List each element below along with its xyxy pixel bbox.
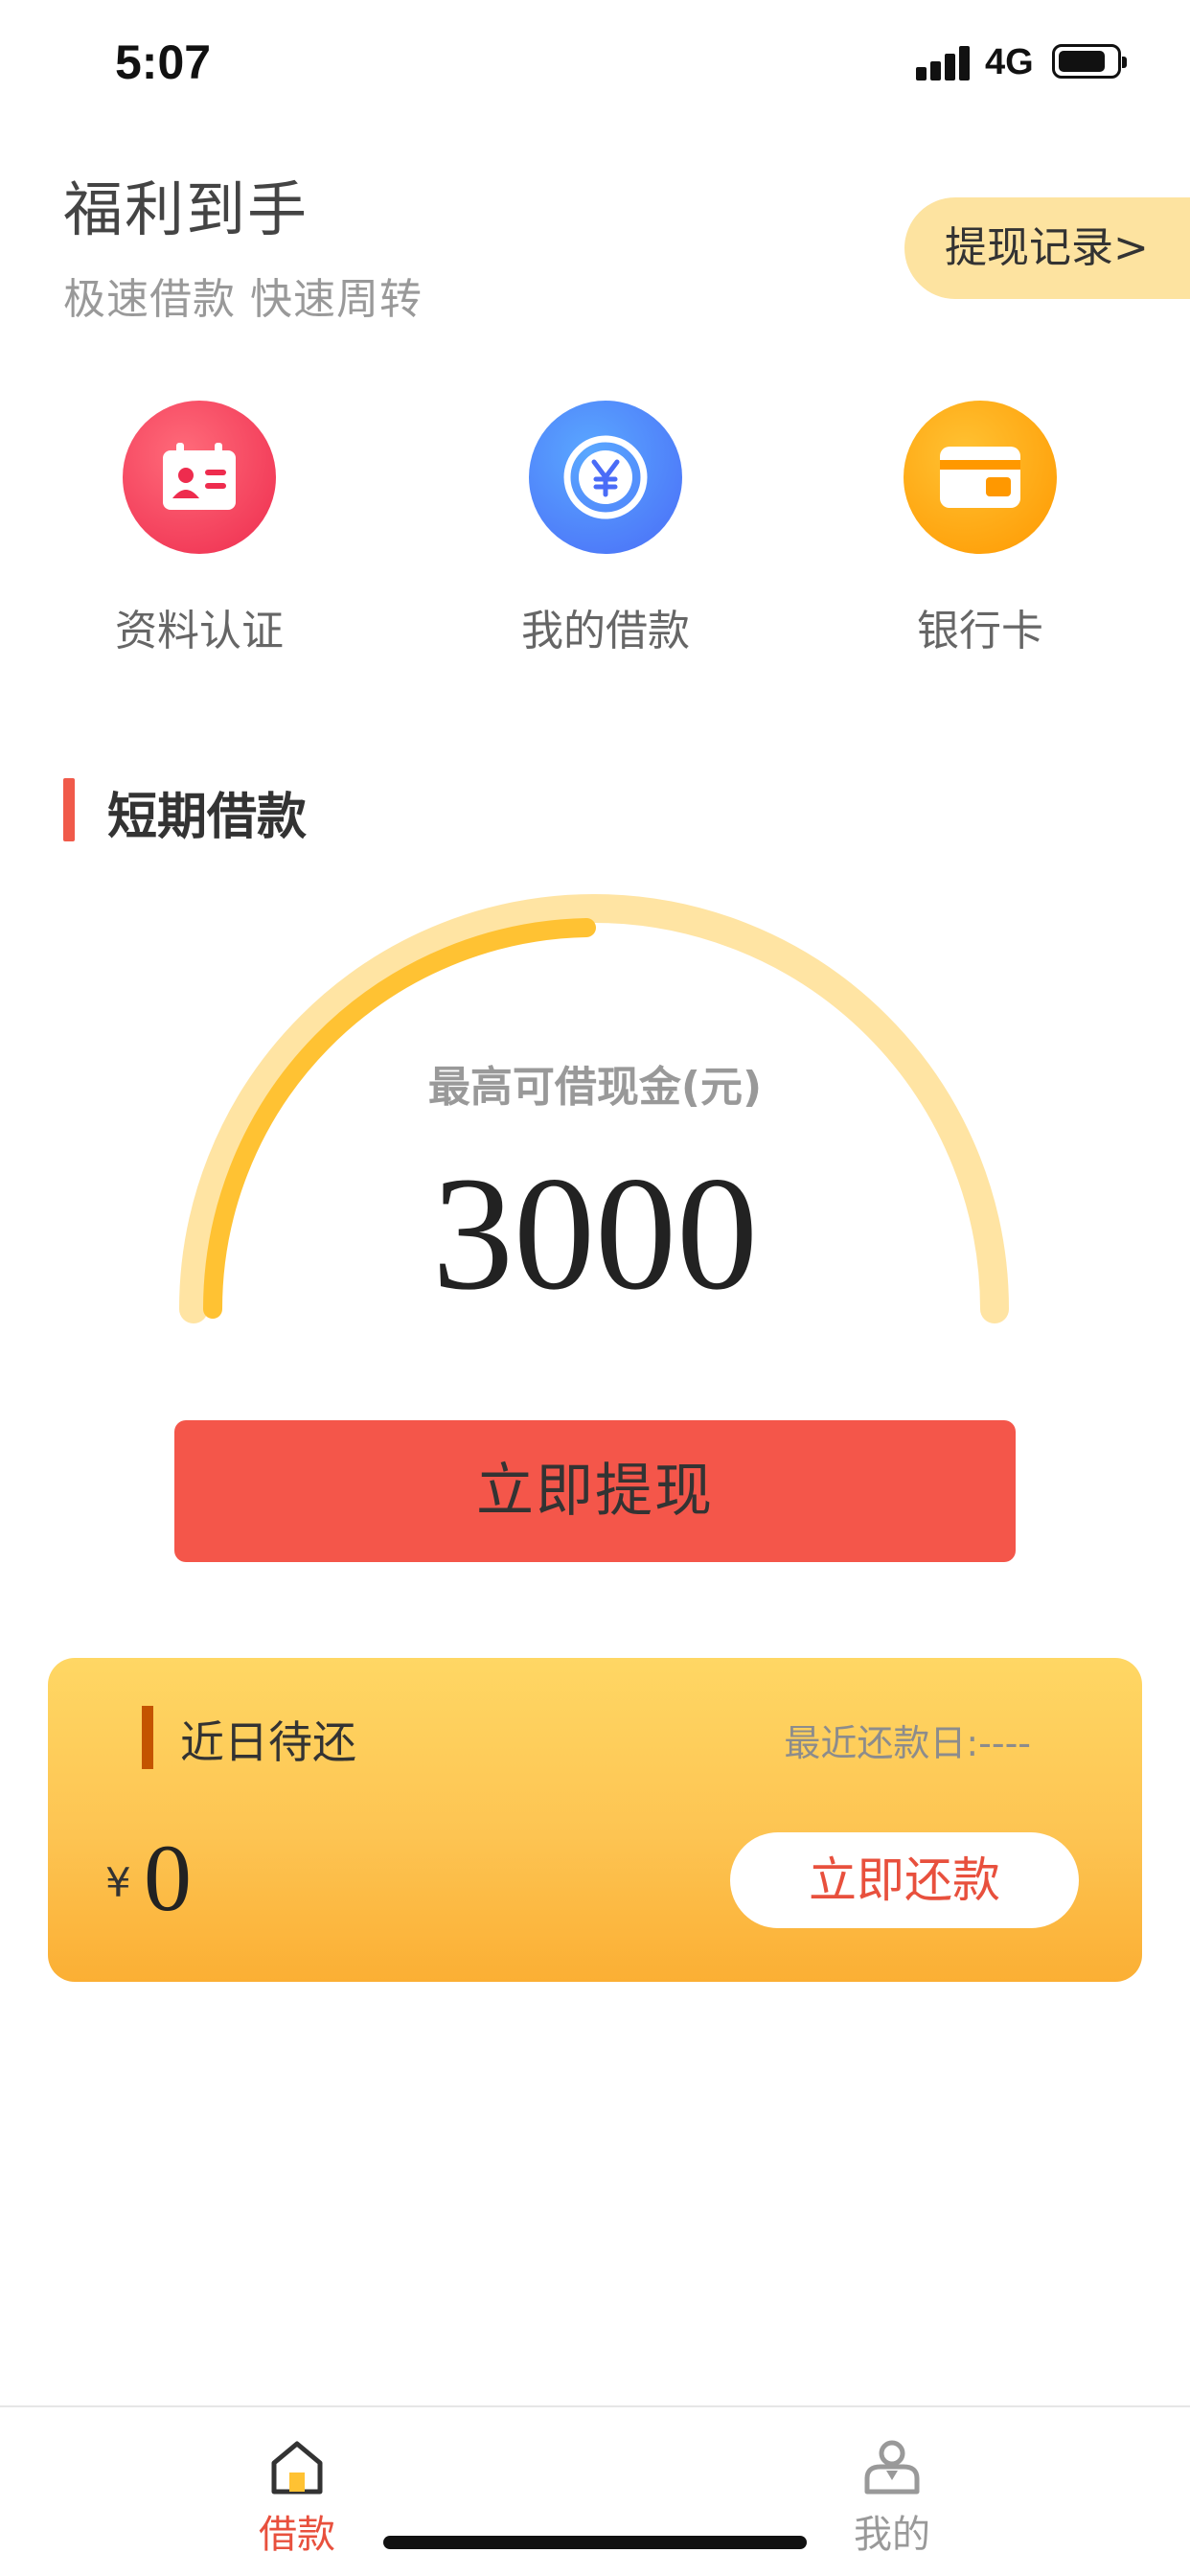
home-icon — [266, 2436, 328, 2497]
status-time: 5:07 — [115, 35, 212, 89]
section-title: 短期借款 — [107, 789, 308, 846]
profile-icon — [861, 2436, 923, 2497]
shortcut-label: 我的借款 — [521, 607, 690, 656]
yuan-coin-icon — [529, 401, 682, 554]
network-type: 4G — [985, 42, 1034, 82]
repayment-amount: 0 — [144, 1825, 192, 1931]
recent-repayment-date: 最近还款日:---- — [784, 1722, 1031, 1764]
repayment-title: 近日待还 — [180, 1716, 356, 1768]
section-marker — [63, 778, 75, 841]
tab-bar: 借款 我的 — [0, 2405, 1190, 2576]
tab-loan[interactable]: 借款 — [201, 2436, 393, 2559]
withdraw-now-button[interactable]: 立即提现 — [174, 1420, 1016, 1562]
status-bar: 5:07 4G — [0, 0, 1190, 126]
repayment-card: 近日待还 最近还款日:---- ¥ 0 立即还款 — [48, 1658, 1142, 1982]
shortcut-bank-card[interactable]: 银行卡 — [865, 401, 1095, 657]
withdraw-record-button[interactable]: 提现记录> — [904, 197, 1190, 299]
gauge-label: 最高可借现金(元) — [427, 1063, 763, 1112]
shortcut-verification[interactable]: 资料认证 — [84, 401, 314, 657]
max-loan-amount: 3000 — [432, 1143, 758, 1323]
page-title: 福利到手 — [63, 174, 309, 244]
currency-symbol: ¥ — [105, 1859, 131, 1906]
id-card-icon — [123, 401, 276, 554]
tab-mine[interactable]: 我的 — [796, 2436, 988, 2559]
shortcut-label: 资料认证 — [115, 607, 284, 656]
shortcut-my-loans[interactable]: 我的借款 — [491, 401, 721, 657]
home-indicator — [383, 2536, 807, 2549]
repayment-marker — [142, 1706, 153, 1769]
tab-label: 借款 — [259, 2513, 335, 2557]
tab-label: 我的 — [854, 2513, 930, 2557]
signal-icon — [916, 42, 973, 80]
shortcut-label: 银行卡 — [917, 607, 1043, 656]
page-subtitle: 极速借款 快速周转 — [63, 275, 423, 324]
repay-now-button[interactable]: 立即还款 — [730, 1832, 1079, 1928]
battery-icon — [1052, 44, 1127, 79]
bank-card-icon — [904, 401, 1057, 554]
